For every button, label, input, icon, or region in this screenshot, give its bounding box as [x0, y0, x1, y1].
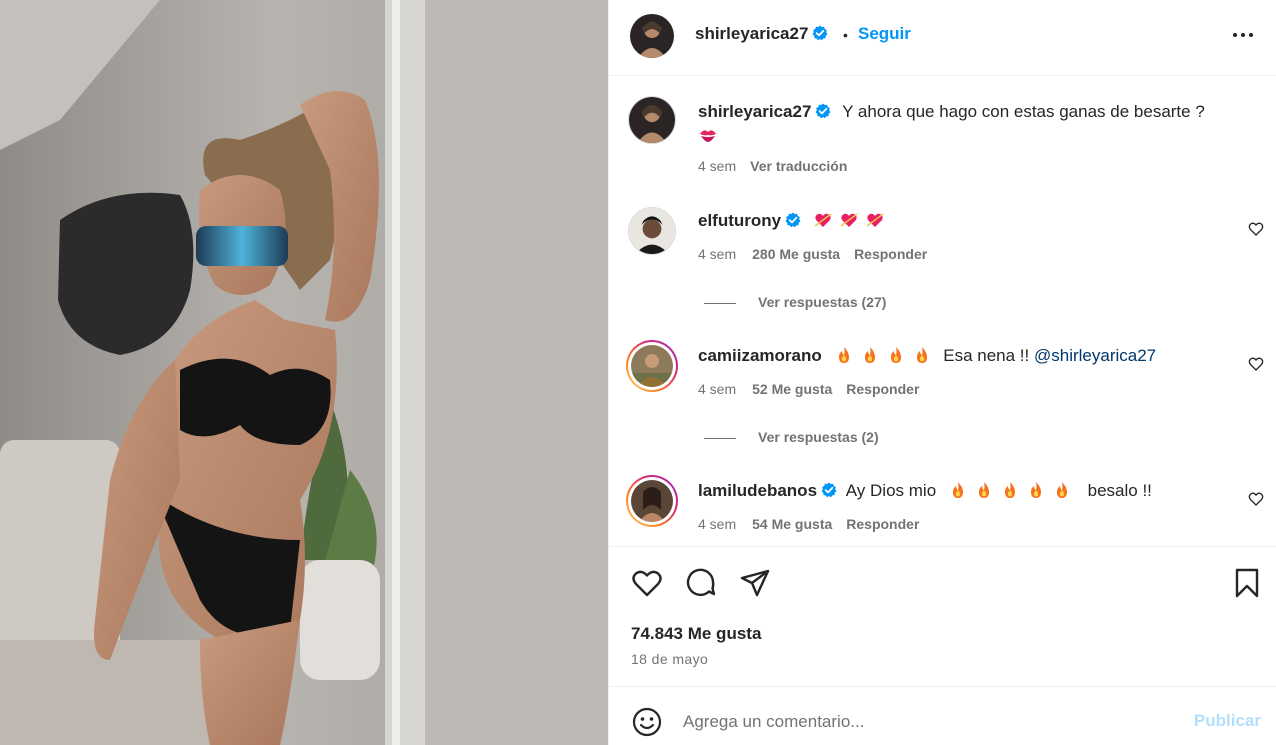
view-replies-button[interactable]: Ver respuestas (27)	[704, 294, 886, 310]
post-actions: 74.843 Me gusta 18 de mayo	[609, 546, 1276, 686]
like-comment-heart-icon[interactable]	[1248, 221, 1264, 237]
fire-emoji	[1030, 482, 1041, 498]
comment-composer: Publicar	[609, 686, 1276, 745]
heart-arrow-emoji	[814, 213, 832, 227]
comment-username[interactable]: lamiludebanos	[698, 481, 817, 500]
fire-emoji	[838, 347, 849, 363]
post-photo[interactable]	[0, 0, 608, 745]
fire-emoji	[1004, 482, 1015, 498]
comment-text: Ay Dios mio	[845, 481, 937, 500]
caption-meta: 4 sem Ver traducción	[698, 158, 847, 174]
kiss-mark-emoji	[700, 130, 716, 142]
comment-username[interactable]: elfuturony	[698, 211, 781, 230]
more-options-icon[interactable]	[1231, 25, 1255, 45]
verified-badge-icon	[821, 482, 837, 498]
author-username-group: shirleyarica27	[695, 24, 828, 44]
caption-text: Y ahora que hago con estas ganas de besa…	[842, 102, 1205, 121]
comment-age: 4 sem	[698, 516, 737, 532]
emoji-picker-icon[interactable]	[631, 706, 663, 738]
verified-badge-icon	[815, 103, 831, 119]
publish-button[interactable]: Publicar	[1194, 711, 1261, 731]
translate-link[interactable]: Ver traducción	[750, 158, 847, 174]
fire-emoji	[916, 347, 927, 363]
heart-arrow-emoji	[840, 213, 858, 227]
comment-input[interactable]	[683, 707, 1163, 737]
view-replies-button[interactable]: Ver respuestas (2)	[704, 429, 879, 445]
comment-meta: 4 sem 280 Me gusta Responder	[698, 246, 927, 262]
replies-divider	[704, 302, 736, 304]
comment-bubble-icon[interactable]	[685, 567, 717, 599]
caption-age: 4 sem	[698, 158, 737, 174]
post-detail-panel: shirleyarica27 • Seguir shirleyarica27 Y…	[608, 0, 1276, 745]
comment-likes[interactable]: 54 Me gusta	[752, 516, 832, 532]
save-bookmark-icon[interactable]	[1231, 567, 1263, 599]
comment-meta: 4 sem 52 Me gusta Responder	[698, 381, 919, 397]
author-username[interactable]: shirleyarica27	[695, 24, 808, 43]
comment-likes[interactable]: 280 Me gusta	[752, 246, 840, 262]
comment-text: besalo !!	[1087, 481, 1152, 500]
verified-badge-icon	[785, 212, 801, 228]
mention-link[interactable]: @shirleyarica27	[1034, 346, 1156, 365]
reply-button[interactable]: Responder	[846, 516, 919, 532]
verified-badge-icon	[812, 25, 828, 41]
view-replies-label: Ver respuestas (27)	[758, 294, 887, 310]
reply-button[interactable]: Responder	[846, 381, 919, 397]
comment-text: Esa nena !!	[943, 346, 1030, 365]
fire-emoji	[890, 347, 901, 363]
comment-age: 4 sem	[698, 246, 737, 262]
fire-emoji	[1056, 482, 1067, 498]
share-send-icon[interactable]	[739, 567, 771, 599]
caption-username[interactable]: shirleyarica27	[698, 102, 811, 121]
like-heart-icon[interactable]	[631, 567, 663, 599]
fire-emoji	[952, 482, 963, 498]
like-comment-heart-icon[interactable]	[1248, 356, 1264, 372]
fire-emoji	[978, 482, 989, 498]
caption-avatar[interactable]	[628, 96, 676, 144]
reply-button[interactable]: Responder	[854, 246, 927, 262]
likes-count[interactable]: 74.843 Me gusta	[631, 624, 761, 644]
comment-body: lamiludebanos Ay Dios mio besalo !!	[698, 480, 1152, 502]
photo-illustration	[0, 0, 608, 745]
author-avatar[interactable]	[630, 14, 674, 58]
replies-divider	[704, 437, 736, 439]
caption: shirleyarica27 Y ahora que hago con esta…	[698, 100, 1258, 148]
view-replies-label: Ver respuestas (2)	[758, 429, 879, 445]
post-date: 18 de mayo	[631, 651, 709, 667]
comment-avatar-story-ring[interactable]	[626, 340, 678, 392]
post-header: shirleyarica27 • Seguir	[609, 0, 1276, 76]
comment-likes[interactable]: 52 Me gusta	[752, 381, 832, 397]
fire-emoji	[864, 347, 875, 363]
comment-body: camiizamorano Esa nena !! @shirleyarica2…	[698, 345, 1156, 367]
comment-avatar[interactable]	[628, 207, 676, 255]
like-comment-heart-icon[interactable]	[1248, 491, 1264, 507]
heart-arrow-emoji	[866, 213, 884, 227]
comment-age: 4 sem	[698, 381, 737, 397]
comment-body: elfuturony	[698, 210, 884, 232]
comment-username[interactable]: camiizamorano	[698, 346, 822, 365]
comment-avatar-story-ring[interactable]	[626, 475, 678, 527]
separator-dot: •	[843, 27, 848, 43]
comment-meta: 4 sem 54 Me gusta Responder	[698, 516, 919, 532]
follow-button[interactable]: Seguir	[858, 24, 911, 44]
